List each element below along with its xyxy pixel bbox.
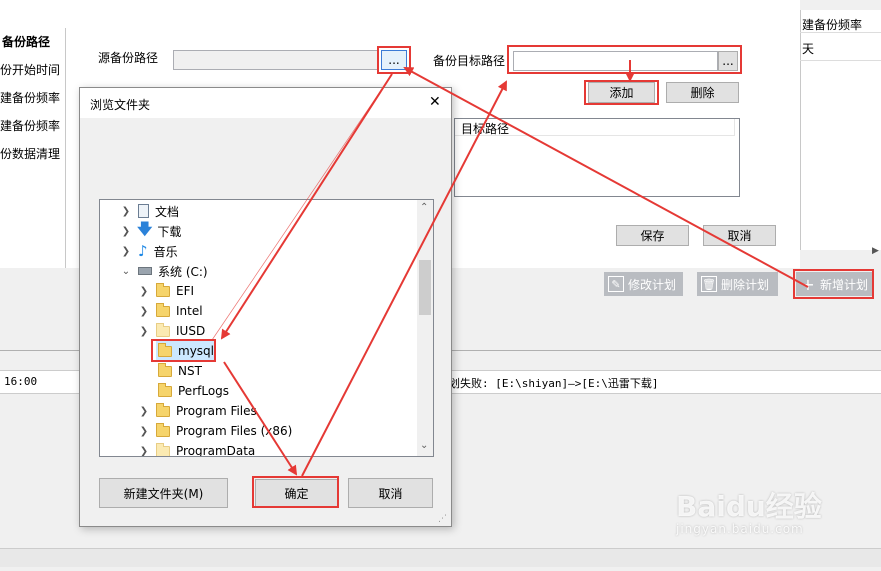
- watermark-brand: Baidu经验: [676, 490, 822, 523]
- arrow-ok-to-target: [301, 80, 507, 477]
- arrow-new-plan-to-source: [403, 67, 809, 288]
- watermark-url: jingyan.baidu.com: [676, 522, 804, 536]
- annotation-arrows: [211, 60, 809, 477]
- baidu-watermark: Baidu经验 jingyan.baidu.com: [676, 490, 822, 537]
- arrow-source-to-mysql: [220, 73, 393, 340]
- arrow-mysql-to-ok: [223, 361, 298, 476]
- arrow-source-to-mysql-thin: [211, 73, 393, 341]
